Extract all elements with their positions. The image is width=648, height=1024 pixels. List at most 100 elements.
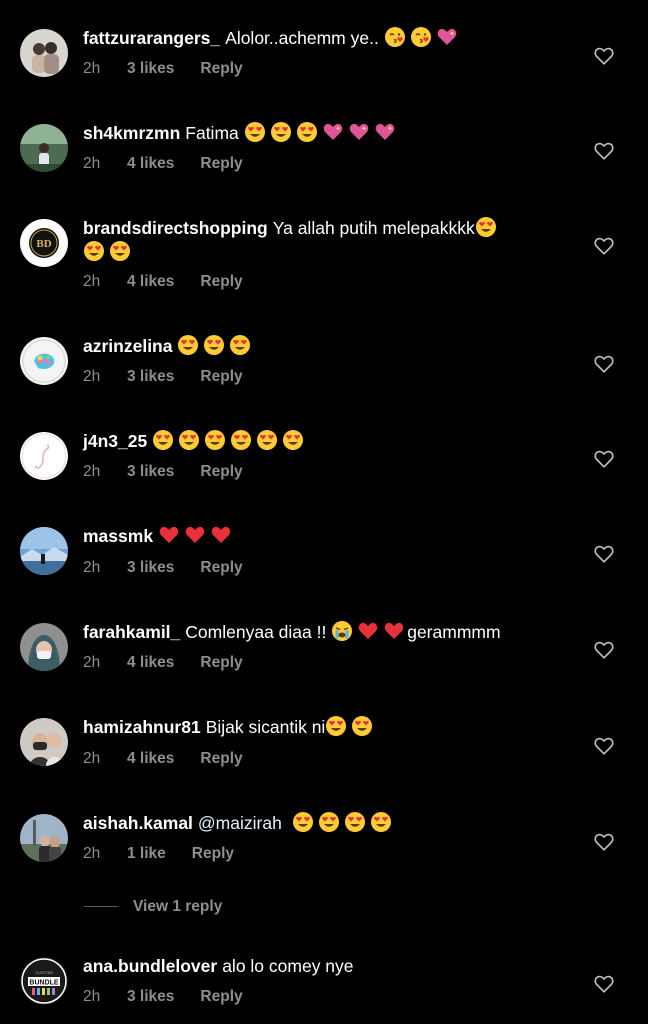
mention-link[interactable]: @maizirah (198, 813, 282, 833)
reply-button[interactable]: Reply (200, 654, 242, 672)
comment-username[interactable]: azrinzelina (83, 336, 172, 356)
comment-username[interactable]: farahkamil_ (83, 622, 180, 642)
view-replies-label: View 1 reply (133, 898, 223, 915)
reply-button[interactable]: Reply (200, 60, 242, 78)
likes-count[interactable]: 3 likes (127, 988, 174, 1006)
heart-eyes-emoji (203, 334, 225, 356)
comment-body: Ya allah putih melepakkkk (272, 218, 475, 238)
comment-time: 2h (83, 845, 101, 862)
comment-username[interactable]: aishah.kamal (83, 813, 193, 833)
likes-count[interactable]: 4 likes (127, 155, 174, 173)
brand-logo-text: BD (36, 238, 51, 250)
comment-username[interactable]: ana.bundlelover (83, 956, 217, 976)
likes-count[interactable]: 4 likes (127, 750, 174, 768)
kissing-heart-emoji (410, 26, 432, 48)
comment-time: 2h (83, 60, 101, 77)
like-heart-icon[interactable] (593, 353, 615, 375)
comment-username[interactable]: hamizahnur81 (83, 717, 201, 737)
comment-meta: 2h 1 like Reply (83, 845, 234, 863)
avatar[interactable] (20, 29, 68, 77)
avatar[interactable] (20, 337, 68, 385)
comment-time: 2h (83, 654, 101, 671)
reply-button[interactable]: Reply (200, 559, 242, 577)
comment-time: 2h (83, 368, 101, 385)
comment-meta: 2h 3 likes Reply (83, 559, 243, 577)
comment-username[interactable]: j4n3_25 (83, 431, 147, 451)
heart-eyes-emoji (204, 429, 226, 451)
comment-time: 2h (83, 988, 101, 1005)
comment-body: alo lo comey nye (222, 956, 354, 976)
like-heart-icon[interactable] (593, 973, 615, 995)
like-heart-icon[interactable] (593, 45, 615, 67)
avatar[interactable]: BD (20, 219, 68, 267)
like-heart-icon[interactable] (593, 140, 615, 162)
avatar[interactable] (20, 527, 68, 575)
comment-username[interactable]: massmk (83, 526, 153, 546)
like-heart-icon[interactable] (593, 735, 615, 757)
comment-text: j4n3_25 (83, 429, 563, 453)
reply-button[interactable]: Reply (200, 750, 242, 768)
heart-eyes-emoji (351, 715, 373, 737)
avatar[interactable] (20, 124, 68, 172)
like-heart-icon[interactable] (593, 235, 615, 257)
reply-button[interactable]: Reply (200, 463, 242, 481)
like-heart-icon[interactable] (593, 448, 615, 470)
reply-button[interactable]: Reply (192, 845, 234, 863)
view-replies-button[interactable]: View 1 reply (84, 898, 222, 920)
heart-eyes-emoji (344, 811, 366, 833)
heart-eyes-emoji (244, 121, 266, 143)
heart-eyes-emoji (270, 121, 292, 143)
comment-meta: 2h 4 likes Reply (83, 273, 243, 291)
sparkling-heart-emoji (322, 121, 344, 143)
heart-eyes-emoji (282, 429, 304, 451)
likes-count[interactable]: 3 likes (127, 559, 174, 577)
reply-button[interactable]: Reply (200, 988, 242, 1006)
comment-text: azrinzelina (83, 334, 563, 358)
comment-meta: 2h 4 likes Reply (83, 155, 243, 173)
like-heart-icon[interactable] (593, 639, 615, 661)
likes-count[interactable]: 1 like (127, 845, 166, 863)
comment-username[interactable]: sh4kmrzmn (83, 123, 180, 143)
comment-text: ana.bundlelover alo lo comey nye (83, 955, 563, 978)
comment-username[interactable]: brandsdirectshopping (83, 218, 268, 238)
heart-eyes-emoji (109, 240, 131, 262)
comment-time: 2h (83, 463, 101, 480)
heart-eyes-emoji (370, 811, 392, 833)
comment-meta: 2h 3 likes Reply (83, 368, 243, 386)
likes-count[interactable]: 4 likes (127, 273, 174, 291)
red-heart-emoji (210, 524, 232, 546)
comment-body: Alolor..achemm ye.. (225, 28, 379, 48)
like-heart-icon[interactable] (593, 543, 615, 565)
red-heart-emoji (184, 524, 206, 546)
avatar[interactable] (20, 623, 68, 671)
red-heart-emoji (158, 524, 180, 546)
heart-eyes-emoji (178, 429, 200, 451)
avatar[interactable] (20, 814, 68, 862)
comment-meta: 2h 4 likes Reply (83, 654, 243, 672)
avatar[interactable] (20, 718, 68, 766)
likes-count[interactable]: 3 likes (127, 60, 174, 78)
reply-button[interactable]: Reply (200, 273, 242, 291)
sparkling-heart-emoji (436, 26, 458, 48)
heart-eyes-emoji (152, 429, 174, 451)
likes-count[interactable]: 4 likes (127, 654, 174, 672)
comment-text: farahkamil_ Comlenyaa diaa !! gerammmm (83, 620, 563, 644)
comment-body: Fatima (185, 123, 239, 143)
avatar[interactable]: CUSTOM BUNDLE (20, 957, 68, 1005)
like-heart-icon[interactable] (593, 831, 615, 853)
red-heart-emoji (383, 620, 405, 642)
reply-button[interactable]: Reply (200, 368, 242, 386)
likes-count[interactable]: 3 likes (127, 368, 174, 386)
crying-emoji (331, 620, 353, 642)
heart-eyes-emoji (229, 334, 251, 356)
reply-button[interactable]: Reply (200, 155, 242, 173)
comment-username[interactable]: fattzurarangers_ (83, 28, 220, 48)
comment-meta: 2h 3 likes Reply (83, 988, 243, 1006)
comment-text: fattzurarangers_ Alolor..achemm ye.. (83, 26, 563, 50)
likes-count[interactable]: 3 likes (127, 463, 174, 481)
comment-body: Bijak sicantik ni (205, 717, 326, 737)
heart-eyes-emoji (256, 429, 278, 451)
avatar[interactable] (20, 432, 68, 480)
comment-text: massmk (83, 524, 563, 548)
heart-eyes-emoji (325, 715, 347, 737)
